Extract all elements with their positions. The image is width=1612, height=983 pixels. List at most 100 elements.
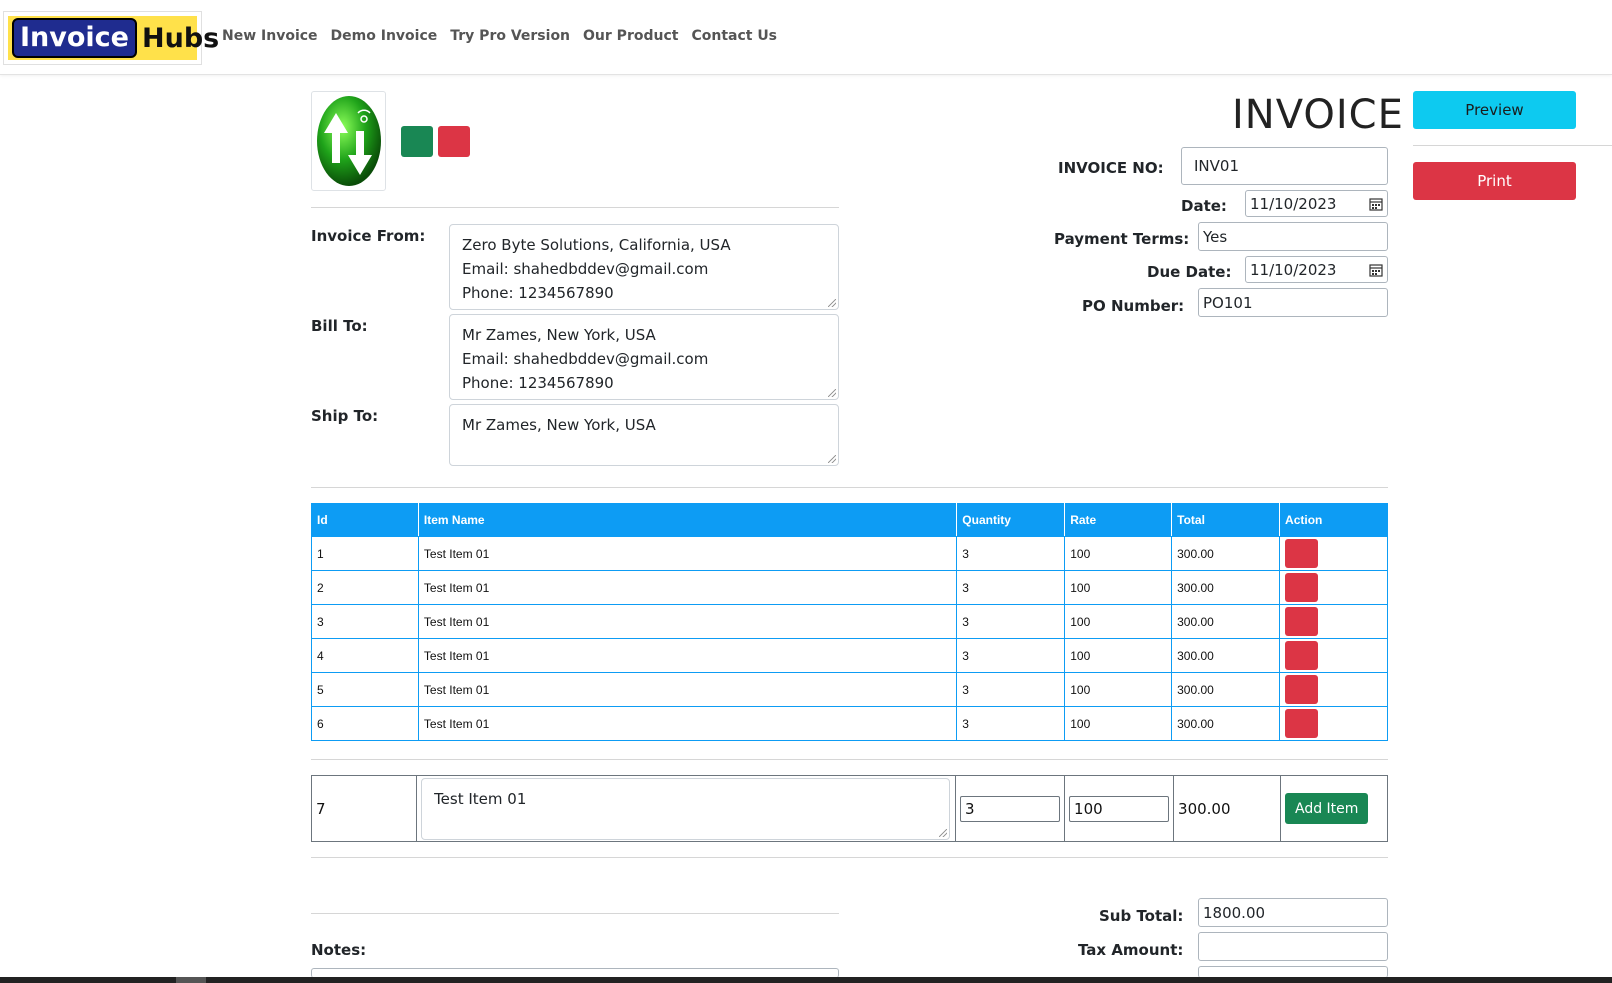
cell-rate: 100 xyxy=(1064,536,1173,571)
divider xyxy=(311,759,1388,760)
items-table: Id Item Name Quantity Rate Total Action … xyxy=(311,503,1388,741)
date-input[interactable]: 11/10/2023 xyxy=(1245,190,1388,217)
calendar-icon[interactable] xyxy=(1369,263,1383,277)
top-navbar: Invoice Hubs New Invoice Demo Invoice Tr… xyxy=(0,0,1612,75)
delete-row-button[interactable] xyxy=(1285,709,1319,738)
new-item-rate-input[interactable]: 100 xyxy=(1069,795,1170,822)
bill-to-label: Bill To: xyxy=(311,317,368,335)
date-value: 11/10/2023 xyxy=(1250,194,1337,213)
ship-to-textarea[interactable]: Mr Zames, New York, USA xyxy=(449,404,839,466)
cell-rate: 100 xyxy=(1064,604,1173,639)
cell-item-name: Test Item 01 xyxy=(417,536,958,571)
subtotal-label: Sub Total: xyxy=(1099,907,1184,925)
cell-rate: 100 xyxy=(1064,638,1173,673)
cell-id: 4 xyxy=(311,638,419,673)
nav-new-invoice[interactable]: New Invoice xyxy=(222,28,318,44)
new-item-name-textarea[interactable]: Test Item 01 xyxy=(421,777,951,840)
bill-to-line: Phone: 1234567890 xyxy=(462,374,614,392)
po-number-label: PO Number: xyxy=(1082,297,1185,315)
due-date-label: Due Date: xyxy=(1147,263,1232,281)
resize-handle[interactable] xyxy=(828,389,836,397)
new-item-id: 7 xyxy=(310,775,418,842)
cell-item-name: Test Item 01 xyxy=(417,604,958,639)
due-date-input[interactable]: 11/10/2023 xyxy=(1245,256,1388,283)
column-header-action: Action xyxy=(1279,503,1388,537)
brand-logo[interactable]: Invoice Hubs xyxy=(3,11,219,65)
table-row: 1 Test Item 01 3 100 300.00 xyxy=(311,536,1388,571)
payment-terms-input[interactable]: Yes xyxy=(1198,222,1388,251)
new-item-table-row: 7 Test Item 01 3 100 300.00 Add Item xyxy=(310,775,1388,842)
brand-logo-invoice: Invoice xyxy=(12,18,137,58)
invoice-from-line: Email: shahedbddev@gmail.com xyxy=(462,260,709,278)
cell-item-name: Test Item 01 xyxy=(417,638,958,673)
resize-handle[interactable] xyxy=(828,299,836,307)
ship-to-line: Mr Zames, New York, USA xyxy=(462,416,656,434)
new-item-name-cell: Test Item 01 xyxy=(416,775,957,842)
resize-handle[interactable] xyxy=(939,828,948,837)
table-row: 6 Test Item 01 3 100 300.00 xyxy=(311,706,1388,741)
cell-total: 300.00 xyxy=(1171,638,1281,673)
new-item-name-value: Test Item 01 xyxy=(434,789,527,808)
new-item-action-cell: Add Item xyxy=(1280,775,1388,842)
theme-color-green-button[interactable] xyxy=(401,126,433,157)
print-button[interactable]: Print xyxy=(1413,162,1576,200)
subtotal-input[interactable]: 1800.00 xyxy=(1198,898,1388,927)
delete-row-button[interactable] xyxy=(1285,641,1319,670)
subtotal-value: 1800.00 xyxy=(1203,903,1266,922)
cell-id: 1 xyxy=(311,536,419,571)
invoice-title: INVOICE xyxy=(1232,92,1404,138)
cell-total: 300.00 xyxy=(1171,536,1281,571)
cell-id: 6 xyxy=(311,706,419,741)
po-number-value: PO101 xyxy=(1203,293,1253,312)
date-label: Date: xyxy=(1181,197,1227,215)
cell-quantity: 3 xyxy=(956,672,1066,707)
delete-row-button[interactable] xyxy=(1285,607,1319,636)
column-header-rate: Rate xyxy=(1064,503,1173,537)
divider xyxy=(311,207,839,208)
invoice-no-input[interactable]: INV01 xyxy=(1181,147,1388,185)
payment-terms-value: Yes xyxy=(1203,227,1228,246)
preview-button[interactable]: Preview xyxy=(1413,91,1576,129)
theme-color-red-button[interactable] xyxy=(438,126,470,157)
bill-to-textarea[interactable]: Mr Zames, New York, USA Email: shahedbdd… xyxy=(449,314,839,400)
scrollbar-thumb[interactable] xyxy=(176,977,206,983)
cell-item-name: Test Item 01 xyxy=(417,672,958,707)
invoice-from-line: Zero Byte Solutions, California, USA xyxy=(462,236,731,254)
resize-handle[interactable] xyxy=(828,455,836,463)
add-item-button[interactable]: Add Item xyxy=(1285,793,1369,824)
cell-total: 300.00 xyxy=(1171,672,1281,707)
new-item-total: 300.00 xyxy=(1173,775,1281,842)
invoice-from-textarea[interactable]: Zero Byte Solutions, California, USA Ema… xyxy=(449,224,839,310)
tax-amount-input[interactable] xyxy=(1198,932,1388,961)
company-logo-upload[interactable] xyxy=(311,91,386,191)
cell-quantity: 3 xyxy=(956,570,1066,605)
horizontal-scrollbar[interactable] xyxy=(0,977,1612,983)
ship-to-label: Ship To: xyxy=(311,407,379,425)
delete-row-button[interactable] xyxy=(1285,573,1319,602)
nav-contact-us[interactable]: Contact Us xyxy=(691,28,777,44)
new-item-quantity-value: 3 xyxy=(965,799,975,818)
calendar-icon[interactable] xyxy=(1369,197,1383,211)
cell-quantity: 3 xyxy=(956,536,1066,571)
nav-try-pro-version[interactable]: Try Pro Version xyxy=(450,28,570,44)
cell-action xyxy=(1279,570,1388,605)
po-number-input[interactable]: PO101 xyxy=(1198,288,1388,317)
bill-to-line: Email: shahedbddev@gmail.com xyxy=(462,350,709,368)
nav-demo-invoice[interactable]: Demo Invoice xyxy=(331,28,438,44)
column-header-quantity: Quantity xyxy=(956,503,1066,537)
cell-action xyxy=(1279,638,1388,673)
nav-our-product[interactable]: Our Product xyxy=(583,28,678,44)
table-row: 2 Test Item 01 3 100 300.00 xyxy=(311,570,1388,605)
new-item-rate-cell: 100 xyxy=(1064,775,1175,842)
payment-terms-label: Payment Terms: xyxy=(1054,230,1190,248)
delete-row-button[interactable] xyxy=(1285,539,1319,568)
table-row: 5 Test Item 01 3 100 300.00 xyxy=(311,672,1388,707)
cell-action xyxy=(1279,706,1388,741)
cell-action xyxy=(1279,536,1388,571)
delete-row-button[interactable] xyxy=(1285,675,1319,704)
cell-total: 300.00 xyxy=(1171,604,1281,639)
column-header-total: Total xyxy=(1171,503,1281,537)
new-item-quantity-input[interactable]: 3 xyxy=(960,795,1061,822)
bill-to-line: Mr Zames, New York, USA xyxy=(462,326,656,344)
column-header-id: Id xyxy=(311,503,419,537)
